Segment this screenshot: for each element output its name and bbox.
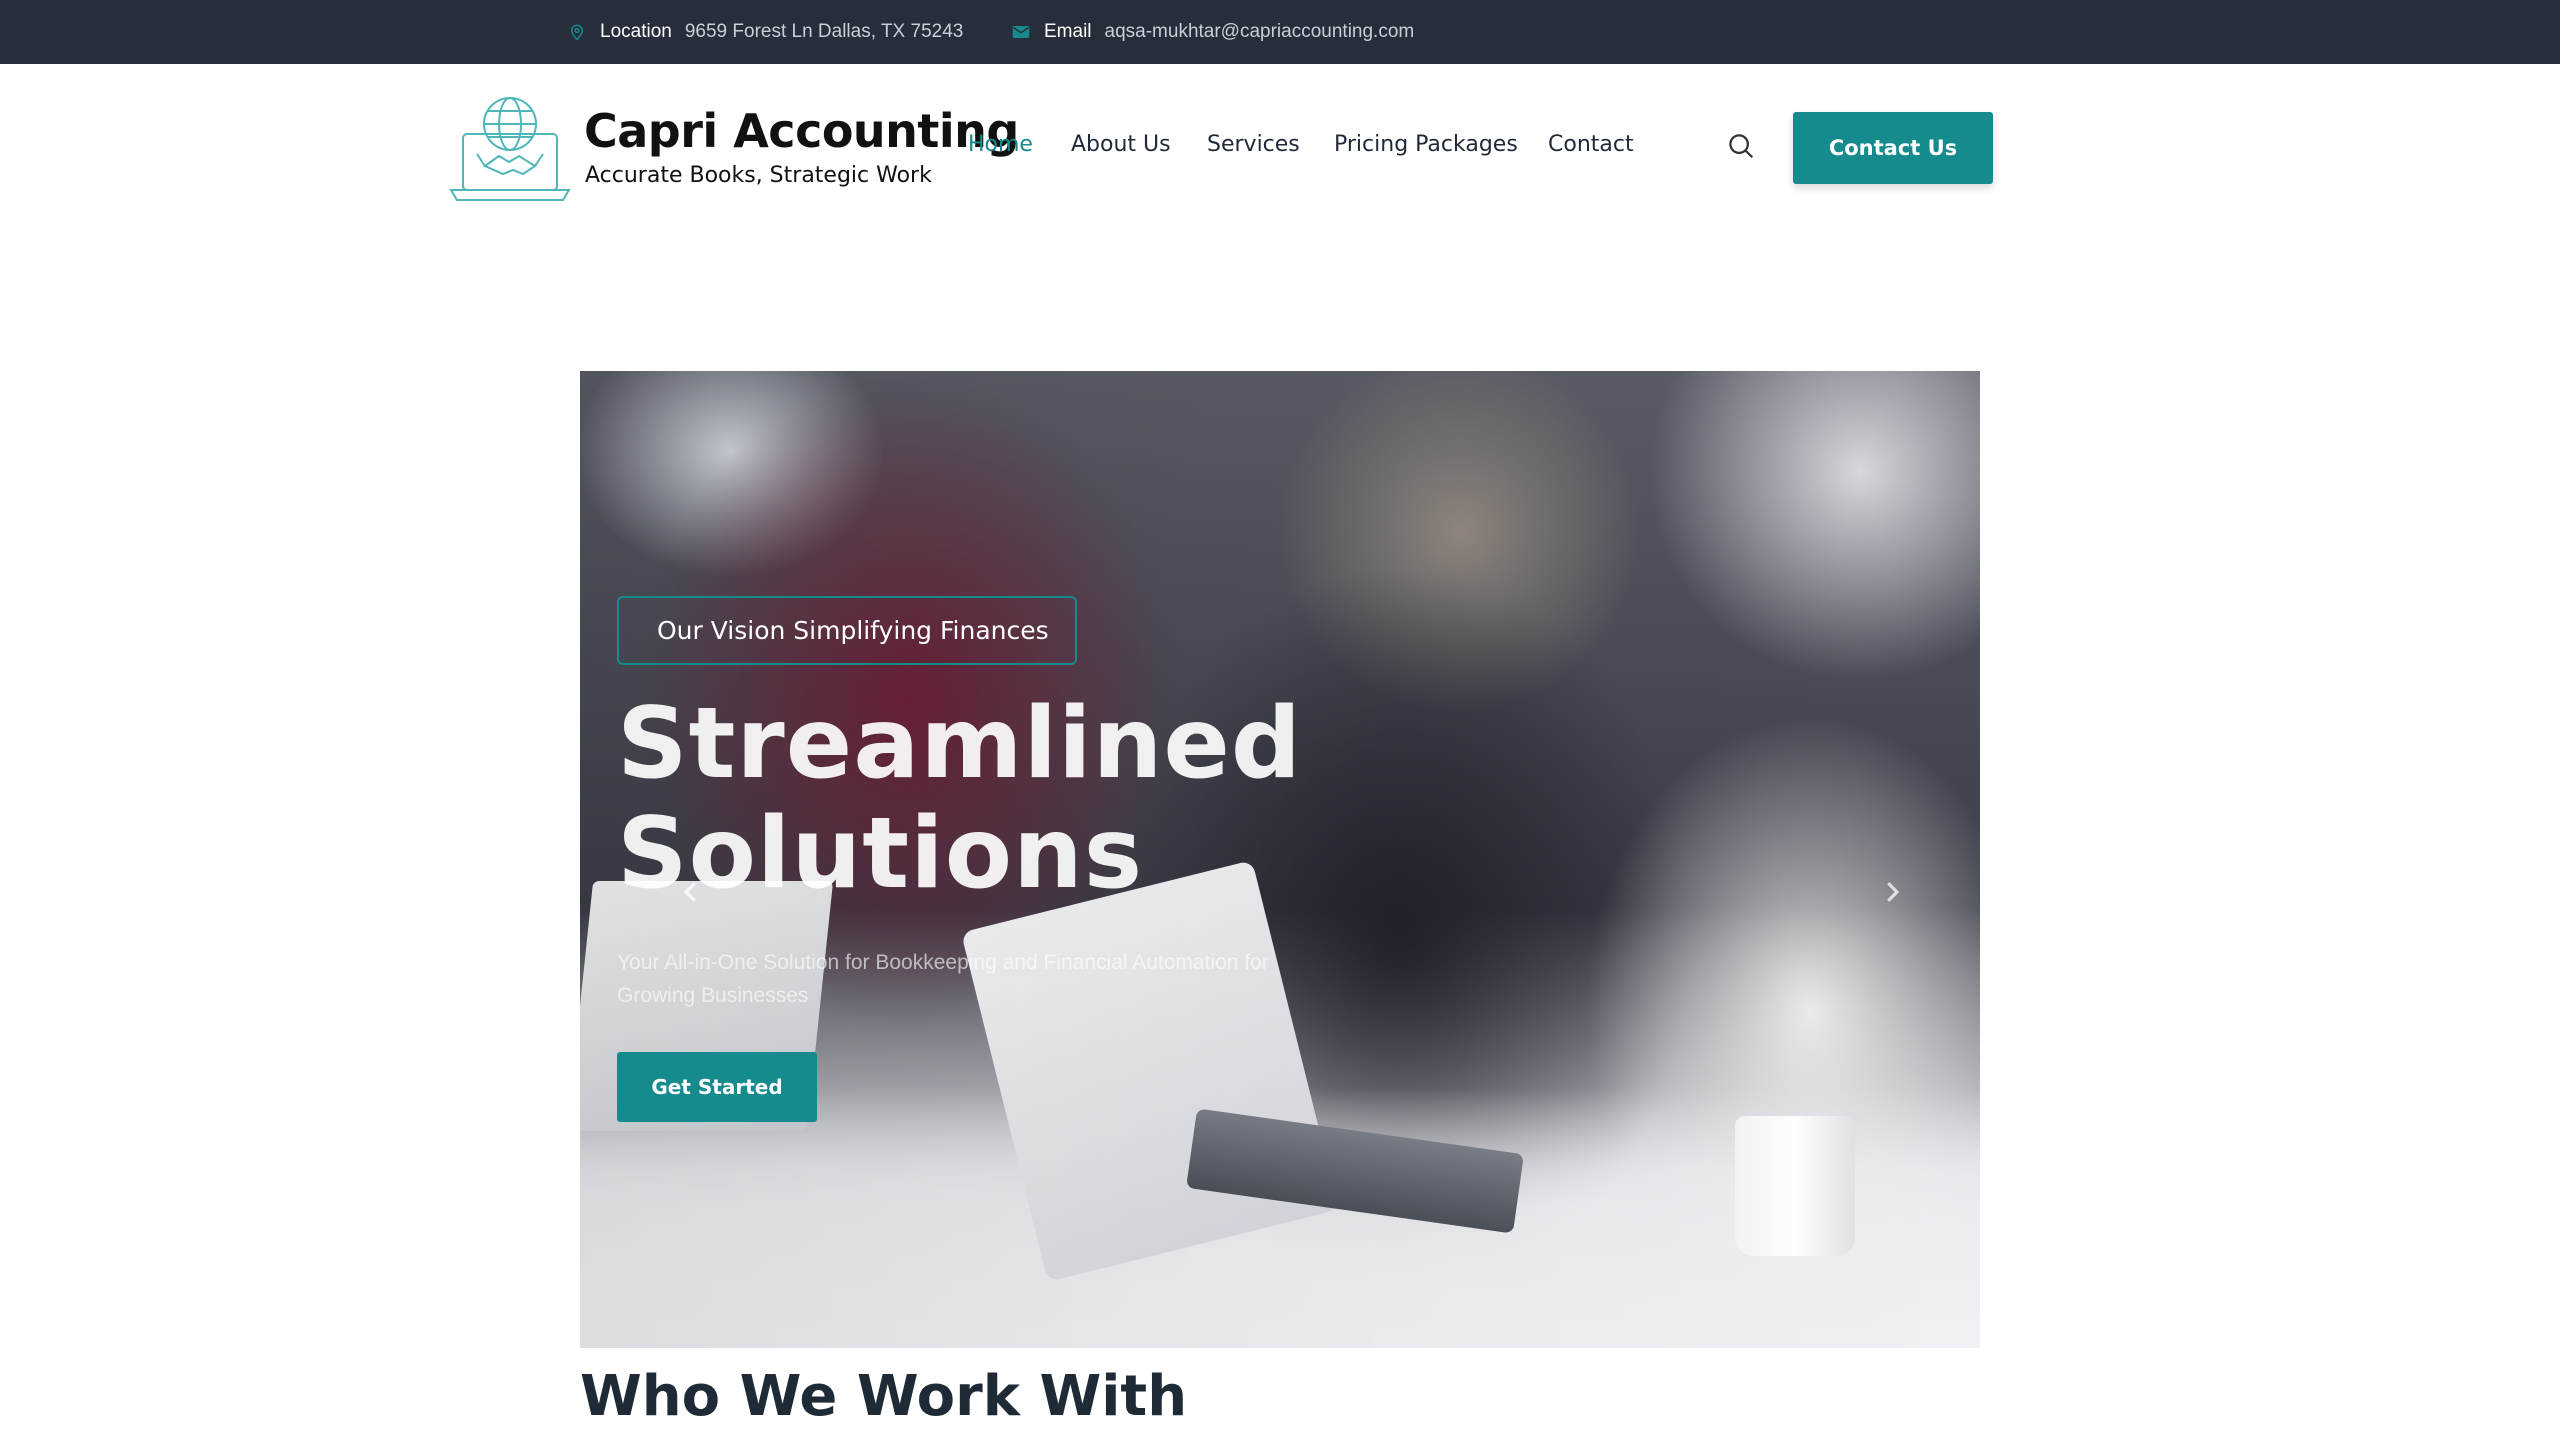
who-we-work-with-heading: Who We Work With (580, 1364, 1188, 1429)
envelope-icon (1012, 23, 1030, 41)
hero-slider: Our Vision Simplifying Finances Streamli… (580, 371, 1980, 1348)
email-link[interactable]: aqsa-mukhtar@capriaccounting.com (1105, 21, 1415, 43)
nav-item-home[interactable]: Home (968, 132, 1033, 157)
location-label: Location (600, 21, 672, 42)
hero-title-line-2: Solutions (617, 797, 1144, 911)
hero-subtitle: Your All-in-One Solution for Bookkeeping… (617, 951, 1269, 1007)
brand-tagline: Accurate Books, Strategic Work (585, 163, 932, 188)
location-info: Location 9659 Forest Ln Dallas, TX 75243 (568, 0, 963, 64)
top-info-bar: Location 9659 Forest Ln Dallas, TX 75243… (0, 0, 2560, 64)
search-icon[interactable] (1726, 131, 1756, 161)
nav-item-about-us[interactable]: About Us (1071, 132, 1171, 157)
email-info: Email aqsa-mukhtar@capriaccounting.com (1012, 0, 1414, 64)
contact-us-button[interactable]: Contact Us (1793, 112, 1993, 184)
brand-name[interactable]: Capri Accounting (584, 104, 1019, 158)
chevron-right-icon[interactable] (1877, 877, 1907, 907)
chevron-left-icon[interactable] (676, 877, 706, 907)
hero-title: Streamlined Solutions (617, 689, 1417, 909)
map-pin-icon (568, 23, 586, 41)
globe-handshake-laptop-icon[interactable] (447, 94, 573, 208)
get-started-button[interactable]: Get Started (617, 1052, 817, 1122)
nav-item-services[interactable]: Services (1207, 132, 1300, 157)
nav-item-pricing-packages[interactable]: Pricing Packages (1334, 132, 1518, 157)
email-label: Email (1044, 21, 1092, 42)
nav-item-contact[interactable]: Contact (1548, 132, 1634, 157)
location-value: 9659 Forest Ln Dallas, TX 75243 (684, 21, 964, 42)
hero-title-line-1: Streamlined (617, 687, 1303, 801)
hero-badge: Our Vision Simplifying Finances (617, 596, 1077, 665)
